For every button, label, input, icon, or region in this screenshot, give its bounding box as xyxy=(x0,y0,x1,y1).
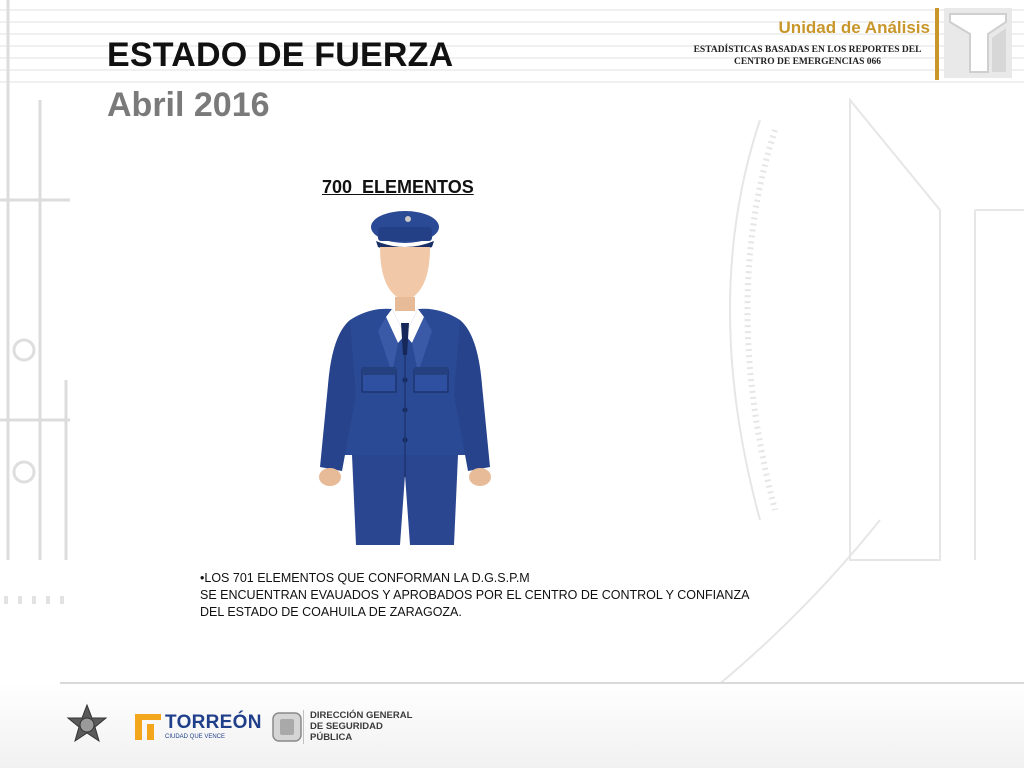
torreon-logo: TORREÓN CIUDAD QUE VENCE xyxy=(135,712,261,746)
footer-divider xyxy=(60,682,1024,684)
unit-description-line: CENTRO DE EMERGENCIAS 066 xyxy=(733,57,881,67)
torreon-name: TORREÓN xyxy=(165,712,262,733)
unit-description: ESTADÍSTICAS BASADAS EN LOS REPORTES DEL… xyxy=(680,44,935,68)
page-subtitle: Abril 2016 xyxy=(107,86,270,124)
note-line: SE ENCUENTRAN EVAUADOS Y APROBADOS POR E… xyxy=(200,588,750,602)
torreon-tagline: CIUDAD QUE VENCE xyxy=(165,734,226,740)
coat-of-arms-icon xyxy=(272,710,304,744)
dgsp-name: DIRECCIÓN GENERAL DE SEGURIDAD PÚBLICA xyxy=(310,710,430,743)
police-officer-uniform-icon xyxy=(319,211,491,545)
evaluation-note: •LOS 701 ELEMENTOS QUE CONFORMAN LA D.G.… xyxy=(200,570,800,621)
dgsp-line: PÚBLICA xyxy=(310,732,353,743)
page-title: ESTADO DE FUERZA xyxy=(107,36,454,74)
unit-name: Unidad de Análisis xyxy=(778,18,930,37)
unit-description-line: ESTADÍSTICAS BASADAS EN LOS REPORTES DEL xyxy=(693,45,922,55)
dgsp-line: DIRECCIÓN GENERAL xyxy=(310,710,413,721)
dgsp-logo: DIRECCIÓN GENERAL DE SEGURIDAD PÚBLICA xyxy=(270,708,430,748)
torreon-emblem-icon xyxy=(135,714,161,740)
accent-divider xyxy=(935,8,939,80)
dgsp-line: DE SEGURIDAD xyxy=(310,721,383,732)
note-line: •LOS 701 ELEMENTOS QUE CONFORMAN LA D.G.… xyxy=(200,571,530,585)
police-star-badge-icon xyxy=(66,703,108,743)
elements-count-heading: 700 ELEMENTOS xyxy=(322,177,474,197)
note-line: DEL ESTADO DE COAHUILA DE ZARAGOZA. xyxy=(200,605,462,619)
unit-logo-icon xyxy=(944,8,1012,78)
